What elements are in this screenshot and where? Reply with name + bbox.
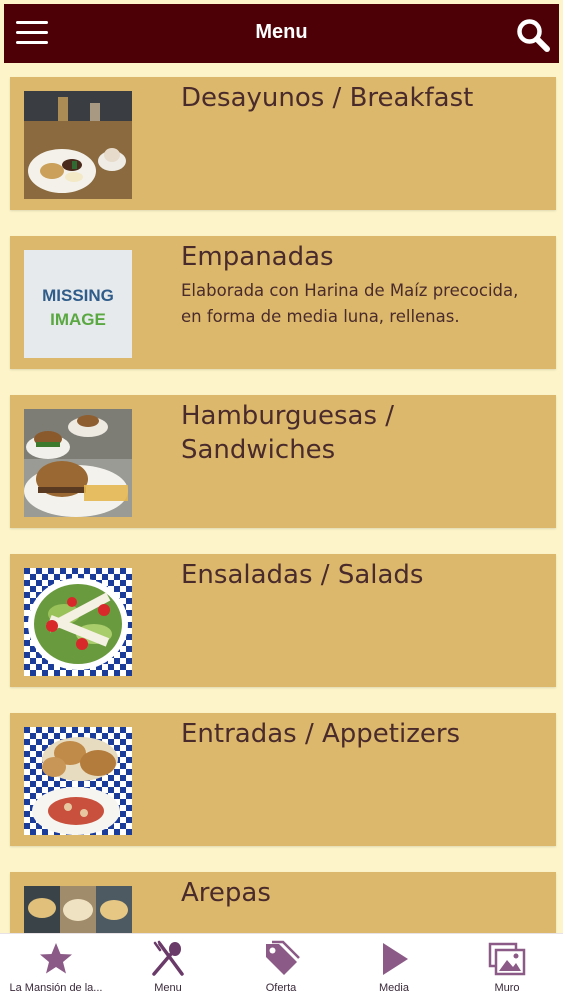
tab-muro[interactable]: Muro <box>451 934 563 1000</box>
image-text: IMAGE <box>50 310 106 329</box>
tab-label: Media <box>379 982 409 994</box>
category-card-burgers[interactable]: Hamburguesas / Sandwiches <box>10 395 556 528</box>
tab-home[interactable]: La Mansión de la... <box>0 934 112 1000</box>
category-name: Desayunos / Breakfast <box>181 83 474 113</box>
star-icon <box>37 940 75 978</box>
app-header: Menu <box>4 4 559 63</box>
appetizers-photo <box>24 727 132 835</box>
app-screen: Menu Desayunos / Breakfast MISSING IMAGE… <box>0 0 563 1000</box>
burgers-photo <box>24 409 132 517</box>
photos-icon <box>488 940 526 978</box>
category-name: Empanadas <box>181 242 334 272</box>
category-description: Elaborada con Harina de Maíz precocida, … <box>181 281 519 326</box>
category-card-salads[interactable]: Ensaladas / Salads <box>10 554 556 687</box>
tab-label: Oferta <box>265 982 297 994</box>
salad-photo <box>24 568 132 676</box>
tags-icon <box>262 940 300 978</box>
category-card-empanadas[interactable]: MISSING IMAGE Empanadas Elaborada con Ha… <box>10 236 556 369</box>
category-card-appetizers[interactable]: Entradas / Appetizers <box>10 713 556 846</box>
utensils-icon <box>149 940 187 978</box>
category-name: Hamburguesas / Sandwiches <box>181 401 395 465</box>
category-name: Entradas / Appetizers <box>181 719 461 749</box>
category-name: Arepas <box>181 878 271 908</box>
category-card-breakfast[interactable]: Desayunos / Breakfast <box>10 77 556 210</box>
missing-text: MISSING <box>42 286 114 305</box>
category-list: Desayunos / Breakfast MISSING IMAGE Empa… <box>0 63 563 933</box>
play-icon <box>375 940 413 978</box>
breakfast-photo <box>24 91 132 199</box>
tab-label: Menu <box>154 982 182 994</box>
missing-image-placeholder: MISSING IMAGE <box>24 250 132 358</box>
category-card-arepas[interactable]: Arepas <box>10 872 556 933</box>
tab-menu[interactable]: Menu <box>112 934 224 1000</box>
bottom-tab-bar: La Mansión de la... Menu Oferta Media Mu… <box>0 933 563 1000</box>
tab-label: Muro <box>494 982 520 994</box>
page-title: Menu <box>255 21 308 43</box>
category-name: Ensaladas / Salads <box>181 560 424 590</box>
tab-media[interactable]: Media <box>338 934 450 1000</box>
tab-oferta[interactable]: Oferta <box>225 934 337 1000</box>
tab-label: La Mansión de la... <box>9 982 103 994</box>
arepas-photo <box>24 886 132 933</box>
search-icon[interactable] <box>515 17 551 53</box>
